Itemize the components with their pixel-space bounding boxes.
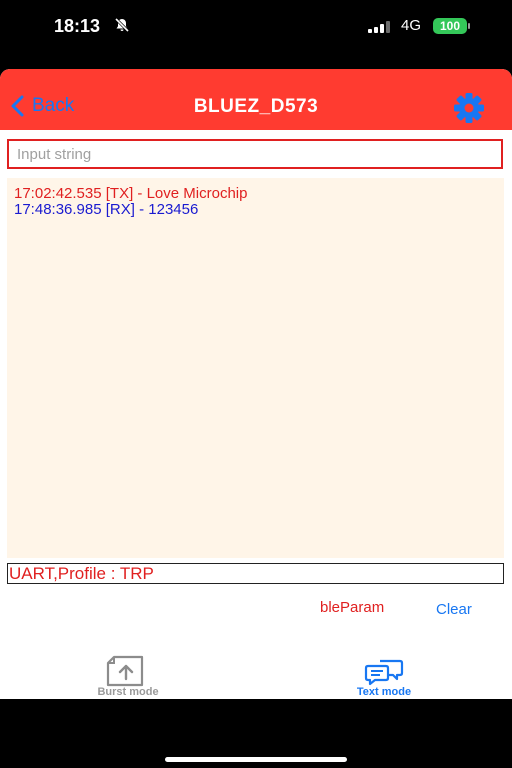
bleparam-button[interactable]: bleParam <box>320 599 384 616</box>
page-title: BLUEZ_D573 <box>193 96 319 117</box>
tab-burst-mode-label: Burst mode <box>97 686 159 698</box>
chat-icon <box>364 659 404 686</box>
tab-burst-mode[interactable]: Burst mode <box>78 655 178 699</box>
log-entry-rx: 17:48:36.985 [RX] - 123456 <box>14 201 199 218</box>
network-type: 4G <box>401 17 422 34</box>
status-bar: 18:13 4G 100 <box>0 0 512 60</box>
profile-label: UART,Profile : TRP <box>7 563 504 584</box>
upload-icon <box>106 655 144 687</box>
tab-text-mode-label: Text mode <box>356 686 412 698</box>
bell-muted-icon <box>114 17 130 38</box>
battery-tip <box>468 23 470 29</box>
app-window: Back BLUEZ_D573 Input string 17:02:42.53… <box>0 69 512 699</box>
message-log[interactable]: 17:02:42.535 [TX] - Love Microchip 17:48… <box>7 178 504 558</box>
home-indicator[interactable] <box>165 757 347 762</box>
input-string-field[interactable] <box>9 141 501 167</box>
battery-icon: 100 <box>433 18 467 34</box>
status-time: 18:13 <box>54 16 101 36</box>
tab-text-mode[interactable]: Text mode <box>334 657 434 699</box>
log-entry-tx: 17:02:42.535 [TX] - Love Microchip <box>14 185 248 202</box>
cellular-signal-icon <box>368 20 394 38</box>
gear-icon[interactable] <box>452 91 486 130</box>
clear-button[interactable]: Clear <box>436 601 472 618</box>
navigation-bar: Back BLUEZ_D573 <box>0 69 512 130</box>
input-string-field-frame <box>7 139 503 169</box>
